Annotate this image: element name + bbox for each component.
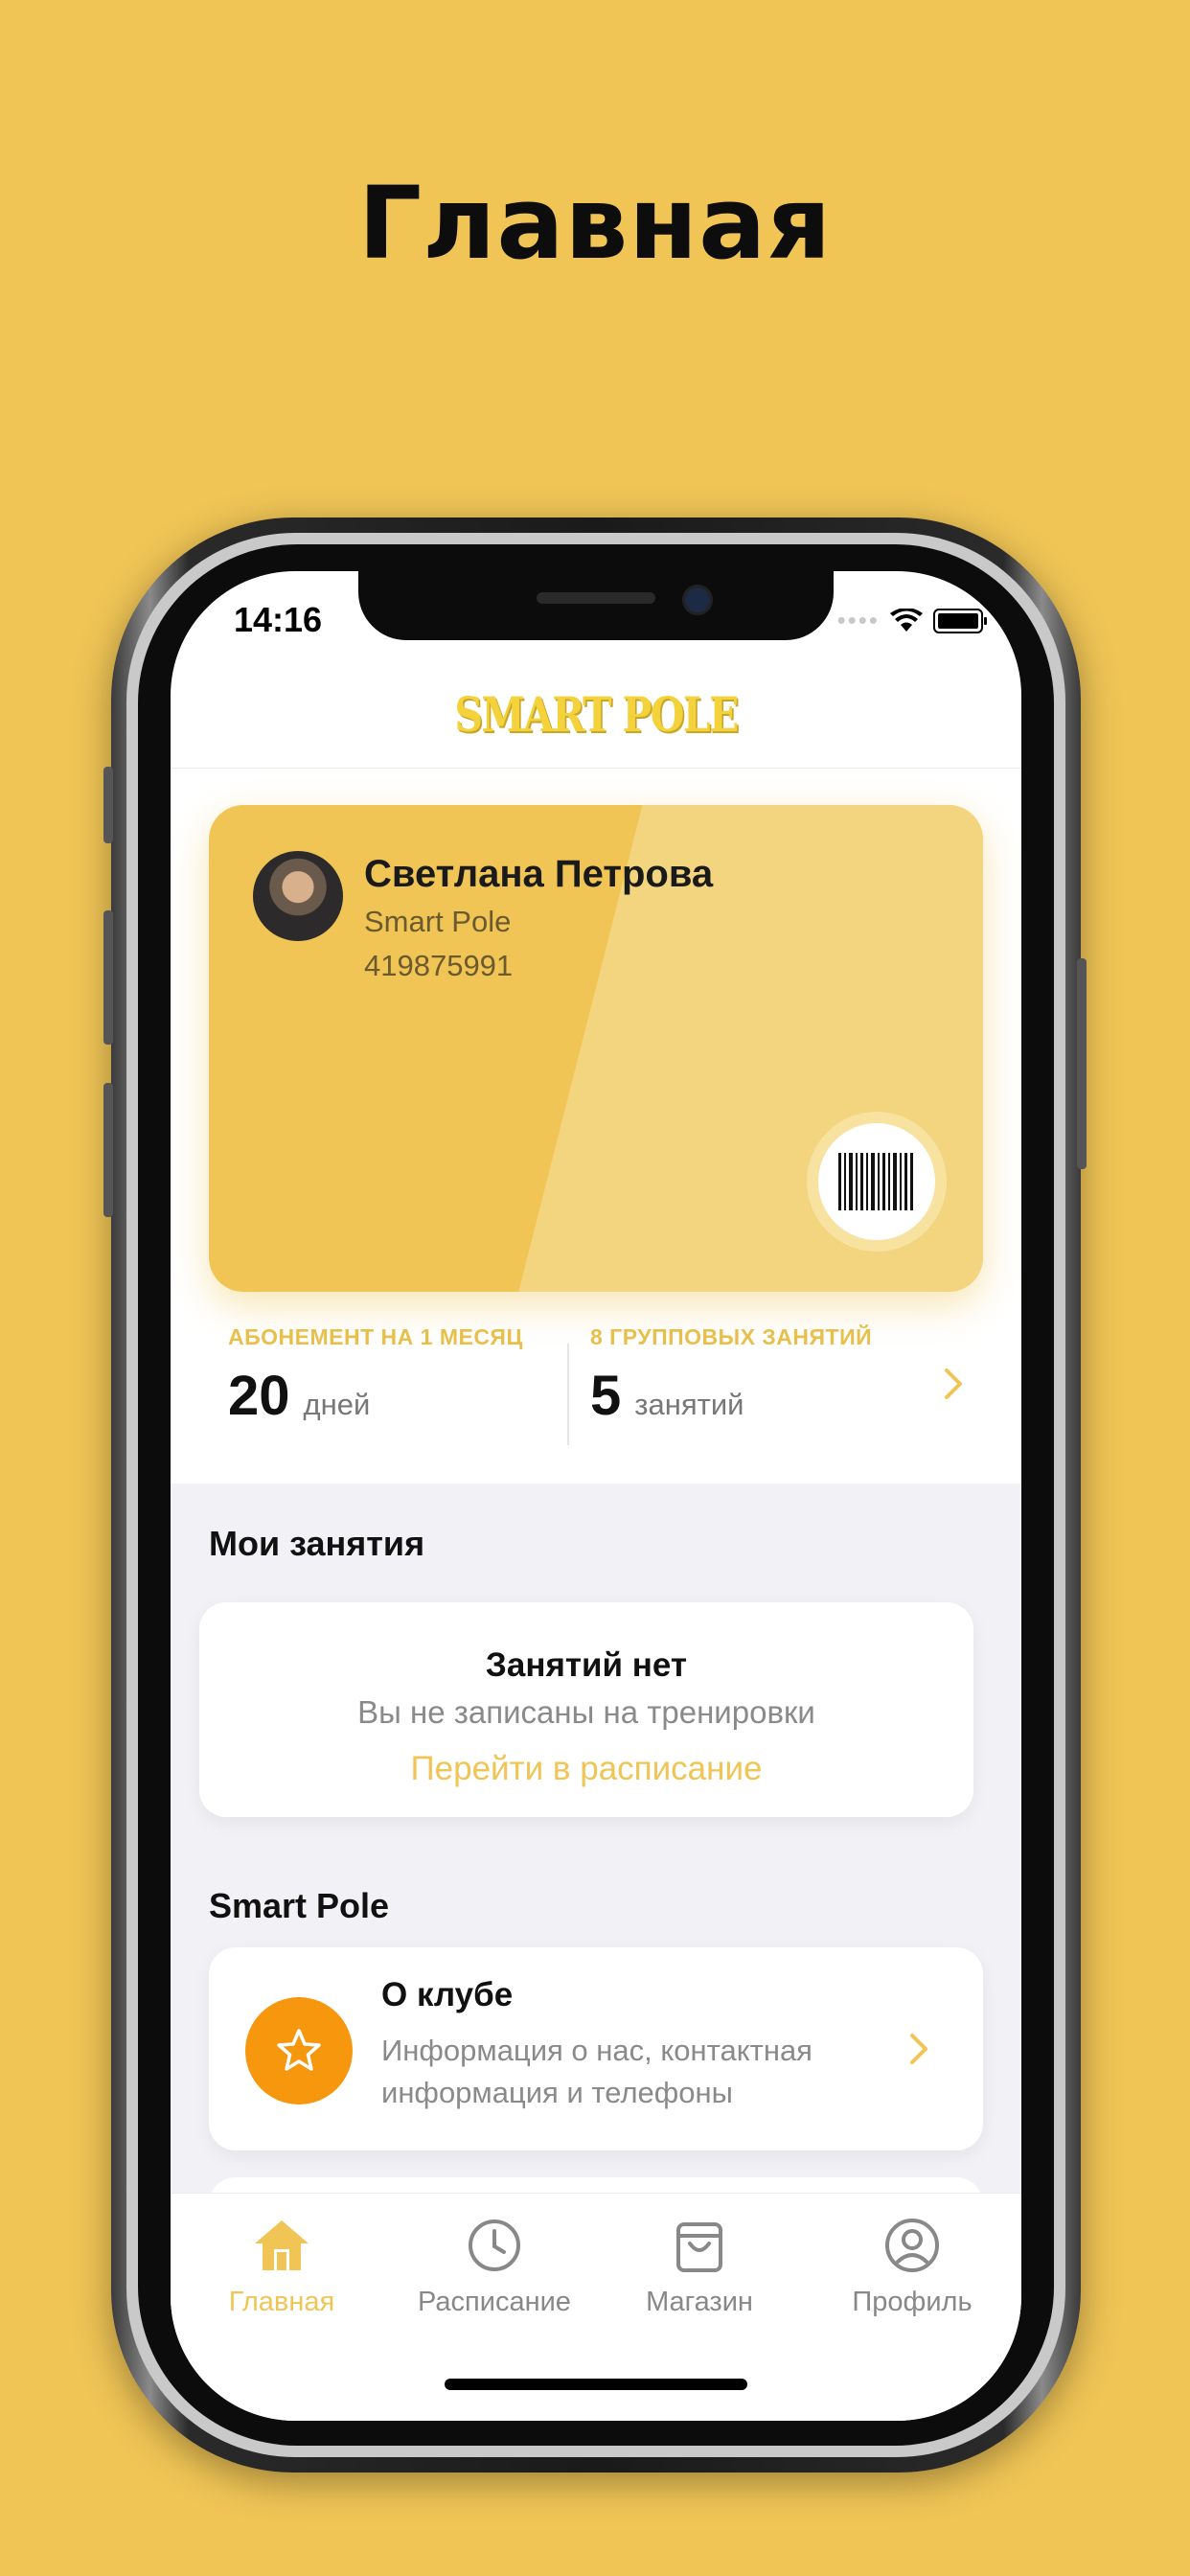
avatar [253, 851, 343, 941]
subscription-divider [567, 1344, 569, 1445]
subscription-label: 8 ГРУППОВЫХ ЗАНЯТИЙ [590, 1324, 873, 1349]
subscription-value: 20 [228, 1365, 290, 1427]
power-button [1077, 958, 1087, 1169]
tab-shop[interactable]: Магазин [613, 2217, 786, 2318]
about-club-title: О клубе [381, 1976, 514, 2013]
tab-profile[interactable]: Профиль [826, 2217, 998, 2318]
header-divider [171, 768, 1021, 769]
clock-icon [469, 2220, 520, 2271]
status-icons: •••• [836, 606, 987, 635]
tab-home[interactable]: Главная [195, 2217, 368, 2318]
user-circle-icon [885, 2219, 939, 2272]
member-club: Smart Pole [364, 905, 512, 938]
status-time: 14:16 [234, 600, 323, 639]
chevron-right-icon [910, 2034, 927, 2064]
tab-label: Магазин [646, 2287, 753, 2317]
battery-icon [933, 608, 987, 633]
barcode-button[interactable] [807, 1112, 947, 1252]
about-club-description: Информация о нас, контактная информация … [381, 2034, 812, 2109]
member-card[interactable]: Светлана Петрова Smart Pole 419875991 [209, 805, 983, 1292]
home-indicator[interactable] [445, 2379, 747, 2390]
subscription-unit: дней [303, 1388, 371, 1421]
tab-schedule[interactable]: Расписание [408, 2217, 581, 2318]
barcode-icon [838, 1153, 913, 1210]
my-classes-title: Мои занятия [209, 1524, 425, 1563]
club-section-title: Smart Pole [209, 1886, 390, 1925]
mute-switch [103, 767, 113, 843]
promo-title: Главная [357, 165, 833, 282]
app-logo: SMART POLE [454, 686, 739, 743]
subscription-month: АБОНЕМЕНТ НА 1 МЕСЯЦ 20 дней [228, 1324, 523, 1428]
tab-label: Профиль [852, 2287, 973, 2317]
volume-down-button [103, 1083, 113, 1217]
front-camera [682, 585, 713, 615]
star-icon-badge [245, 1997, 353, 2104]
star-icon [277, 2029, 321, 2071]
tab-label: Расписание [418, 2287, 571, 2317]
subscriptions-row[interactable]: АБОНЕМЕНТ НА 1 МЕСЯЦ 20 дней 8 ГРУППОВЫХ… [171, 1324, 1021, 1449]
phone-screen: 14:16 •••• SMART POLE Светлана Петрова S… [171, 571, 1021, 2421]
tab-label: Главная [228, 2287, 335, 2317]
subscription-value: 5 [590, 1365, 622, 1427]
subscription-unit: занятий [634, 1388, 744, 1421]
signal-icon: •••• [836, 606, 880, 634]
notch [358, 571, 834, 640]
go-to-schedule-link[interactable]: Перейти в расписание [199, 1750, 973, 1788]
speaker [537, 592, 655, 604]
member-name: Светлана Петрова [364, 853, 714, 895]
home-icon [255, 2220, 309, 2270]
about-club-item[interactable]: О клубе Информация о нас, контактная инф… [209, 1947, 983, 2150]
empty-classes-subtitle: Вы не записаны на тренировки [357, 1694, 815, 1730]
subscription-group: 8 ГРУППОВЫХ ЗАНЯТИЙ 5 занятий [590, 1324, 872, 1428]
member-number: 419875991 [364, 949, 514, 982]
empty-classes-title: Занятий нет [485, 1646, 688, 1684]
shopping-bag-icon [676, 2222, 722, 2272]
subscription-label: АБОНЕМЕНТ НА 1 МЕСЯЦ [228, 1324, 523, 1349]
wifi-icon [890, 608, 923, 632]
empty-classes-card: Занятий нет Вы не записаны на тренировки… [199, 1602, 973, 1817]
chevron-right-icon[interactable] [943, 1367, 966, 1401]
volume-up-button [103, 910, 113, 1045]
